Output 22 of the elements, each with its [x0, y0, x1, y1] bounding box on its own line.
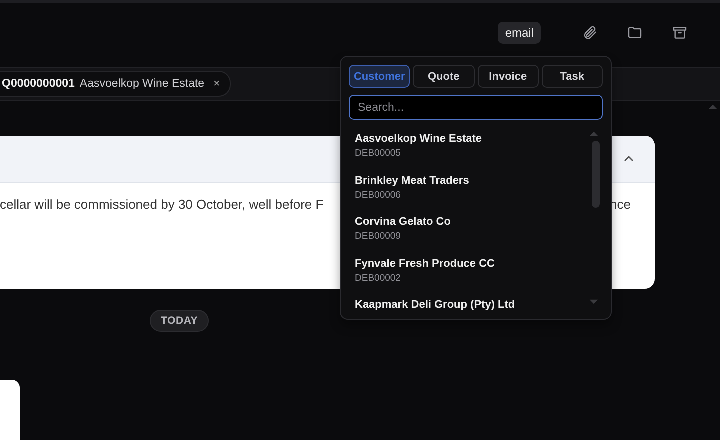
customer-item[interactable]: Kaapmark Deli Group (Pty) Ltd	[349, 295, 603, 319]
search-field[interactable]: Search...	[349, 95, 603, 120]
day-divider: TODAY	[150, 310, 210, 332]
customer-item[interactable]: Corvina Gelato Co DEB00009	[349, 212, 603, 245]
record-tab[interactable]: Q0000000001 Aasvoelkop Wine Estate ×	[0, 71, 231, 97]
record-name: Aasvoelkop Wine Estate	[80, 78, 205, 90]
customer-item[interactable]: Aasvoelkop Wine Estate DEB00005	[349, 129, 603, 162]
note-text: cellar will be commissioned by 30 October, well before F	[0, 197, 324, 212]
folder-icon	[627, 25, 643, 41]
customer-item[interactable]: Brinkley Meat Traders DEB00006	[349, 170, 603, 204]
paperclip-icon	[582, 25, 598, 41]
record-code: Q0000000001	[2, 78, 75, 90]
scrollbar-thumb[interactable]	[592, 141, 600, 208]
scroll-up-icon	[589, 129, 599, 139]
filter-tab[interactable]: Invoice	[478, 65, 539, 88]
archive-box-icon	[672, 25, 688, 41]
close-button[interactable]: ×	[214, 78, 220, 90]
customer-item[interactable]: Fynvale Fresh Produce CC DEB00002	[349, 254, 603, 286]
email-badge[interactable]: email	[498, 22, 541, 44]
filter-tab[interactable]: Task	[542, 65, 603, 88]
filter-tab[interactable]: Quote	[413, 65, 474, 88]
scroll-down-icon	[589, 297, 599, 307]
